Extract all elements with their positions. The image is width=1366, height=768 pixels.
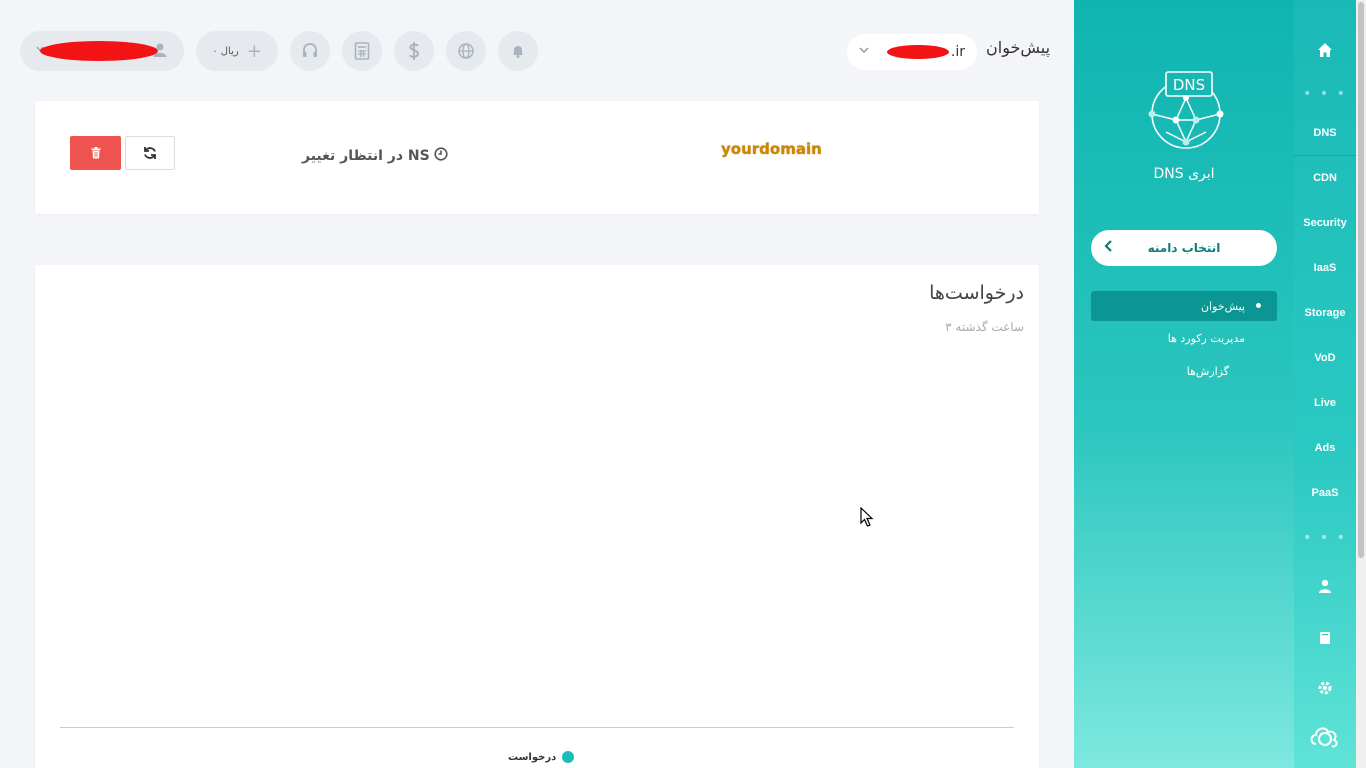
product-rail: • • • DNS CDN Security IaaS Storage VoD … bbox=[1294, 0, 1366, 768]
legend-swatch bbox=[562, 751, 575, 763]
mouse-cursor-icon bbox=[860, 507, 874, 527]
home-icon[interactable] bbox=[1294, 42, 1356, 62]
sidebar-title: DNS ابری bbox=[1153, 166, 1215, 182]
delete-button[interactable] bbox=[70, 136, 121, 170]
scrollbar-thumb[interactable] bbox=[1358, 2, 1364, 558]
rail-separator: • • • bbox=[1303, 86, 1347, 102]
rail-item-ads[interactable]: Ads bbox=[1294, 442, 1356, 454]
sidebar-item-label: مدیریت رکورد ها bbox=[1167, 331, 1245, 345]
sidebar-item-records[interactable]: مدیریت رکورد ها bbox=[1091, 323, 1277, 353]
domain-name[interactable]: yourdomain bbox=[721, 140, 822, 158]
language-button[interactable] bbox=[446, 31, 486, 71]
product-rail-inner: • • • DNS CDN Security IaaS Storage VoD … bbox=[1294, 0, 1356, 768]
rail-item-dns[interactable]: DNS bbox=[1294, 127, 1356, 139]
domain-status-card: yourdomain در انتظار تغییر NS bbox=[35, 101, 1039, 214]
redacted-domain bbox=[886, 45, 949, 59]
domain-select-button[interactable]: انتخاب دامنه bbox=[1091, 230, 1277, 266]
rail-item-cdn[interactable]: CDN bbox=[1294, 172, 1356, 184]
settings-icon[interactable] bbox=[1294, 680, 1356, 700]
domain-select-label: انتخاب دامنه bbox=[1147, 241, 1221, 255]
chart-title: درخواست‌ها bbox=[929, 282, 1024, 304]
ns-status: در انتظار تغییر NS bbox=[302, 147, 448, 165]
calculator-button[interactable] bbox=[342, 31, 382, 71]
bell-icon bbox=[513, 46, 523, 58]
sidebar-item-label: گزارش‌ها bbox=[1186, 364, 1229, 378]
page-title: پیش‌خوان bbox=[986, 38, 1051, 57]
chart-x-axis bbox=[60, 727, 1014, 728]
chart-legend[interactable]: درخواست bbox=[508, 751, 575, 763]
support-button[interactable] bbox=[290, 31, 330, 71]
plus-icon: + bbox=[246, 40, 262, 62]
rail-item-live[interactable]: Live bbox=[1294, 397, 1356, 409]
billing-icon[interactable] bbox=[1294, 630, 1356, 649]
chevron-down-icon bbox=[859, 44, 869, 57]
requests-chart-card: درخواست‌ها ۳ ساعت گذشته درخواست bbox=[35, 265, 1039, 768]
rail-item-vod[interactable]: VoD bbox=[1294, 352, 1356, 364]
ns-status-text: در انتظار تغییر NS bbox=[302, 148, 430, 164]
sidebar-item-dashboard[interactable]: پیش‌خوان bbox=[1091, 291, 1277, 321]
clock-icon bbox=[434, 147, 448, 165]
rail-item-security[interactable]: Security bbox=[1294, 217, 1356, 229]
user-menu[interactable] bbox=[20, 31, 184, 71]
chevron-left-icon bbox=[1103, 238, 1113, 257]
dollar-icon bbox=[409, 42, 420, 60]
billing-button[interactable] bbox=[394, 31, 434, 71]
user-icon[interactable] bbox=[1294, 578, 1356, 597]
domain-switcher[interactable]: .ir bbox=[847, 34, 977, 70]
brand-logo-icon bbox=[1294, 722, 1356, 756]
rail-item-storage[interactable]: Storage bbox=[1294, 307, 1356, 319]
headset-icon bbox=[303, 43, 317, 57]
calculator-icon bbox=[354, 42, 370, 60]
wallet-balance-button[interactable]: ۰ ریال + bbox=[196, 31, 278, 71]
dns-sidebar: DNS DNS ابری انتخاب دامنه پیش‌خوان مدیری… bbox=[1074, 0, 1294, 768]
wallet-balance: ۰ ریال bbox=[212, 45, 239, 57]
chart-subtitle: ۳ ساعت گذشته bbox=[945, 320, 1024, 334]
cloud-dns-logo-icon: DNS bbox=[1148, 71, 1224, 149]
rail-separator-2: • • • bbox=[1303, 530, 1347, 546]
rail-item-iaas[interactable]: IaaS bbox=[1294, 262, 1356, 274]
legend-label: درخواست bbox=[508, 751, 557, 763]
redacted-username bbox=[40, 41, 158, 61]
scrollbar[interactable] bbox=[1356, 0, 1366, 768]
dns-logo-text: DNS bbox=[1173, 76, 1205, 94]
refresh-button[interactable] bbox=[125, 136, 175, 170]
domain-suffix: .ir bbox=[950, 44, 965, 60]
sidebar-item-reports[interactable]: گزارش‌ها bbox=[1091, 356, 1277, 386]
bullet-icon bbox=[1256, 303, 1261, 308]
rail-item-paas[interactable]: PaaS bbox=[1294, 487, 1356, 499]
trash-icon bbox=[91, 147, 100, 159]
sidebar-item-label: پیش‌خوان bbox=[1200, 299, 1245, 313]
notifications-button[interactable] bbox=[498, 31, 538, 71]
user-icon bbox=[152, 42, 168, 62]
refresh-icon bbox=[144, 147, 156, 159]
globe-icon bbox=[458, 43, 474, 59]
